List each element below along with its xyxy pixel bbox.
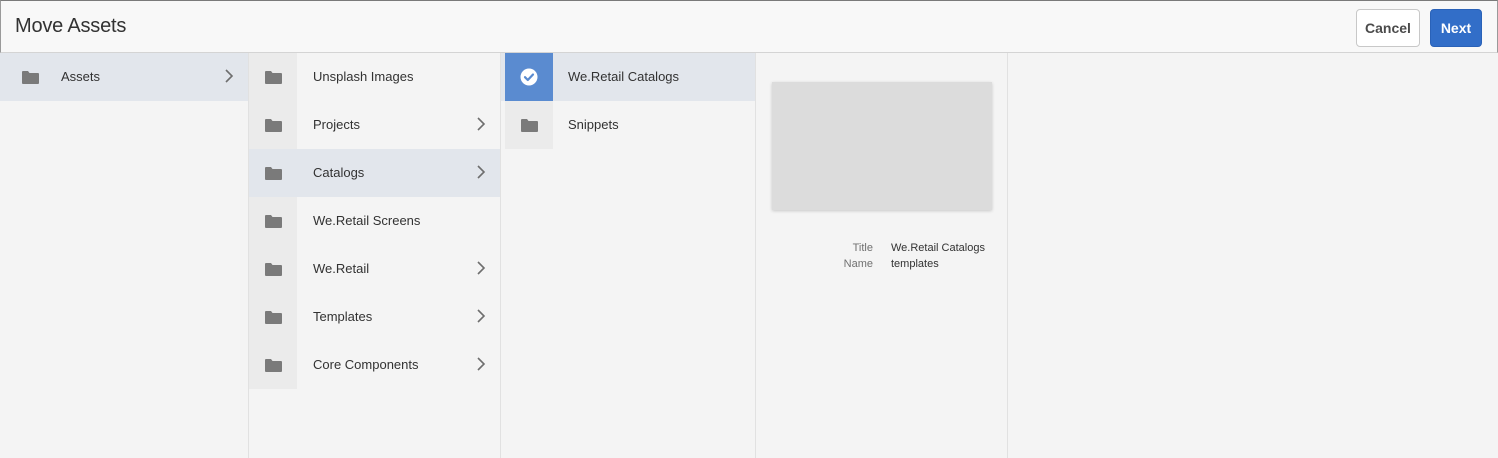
column-item-we-retail-catalogs[interactable]: We.Retail Catalogs <box>501 53 755 101</box>
column-item-label: Catalogs <box>313 165 365 180</box>
folder-icon <box>264 214 282 228</box>
column-item-label: Assets <box>61 69 101 84</box>
column-item-we-retail-screens[interactable]: We.Retail Screens <box>249 197 500 245</box>
column-item-label: Templates <box>313 309 373 324</box>
item-thumbnail <box>249 293 297 341</box>
meta-title-key: Title <box>852 242 873 254</box>
item-thumbnail <box>249 245 297 293</box>
column-root: Assets <box>0 53 249 458</box>
meta-name-key: Name <box>843 258 873 270</box>
chevron-right-icon <box>477 261 486 275</box>
column-item-label: We.Retail <box>313 261 370 276</box>
item-thumbnail <box>505 101 553 149</box>
next-button[interactable]: Next <box>1430 9 1482 47</box>
folder-icon <box>264 118 282 132</box>
column-item-catalogs[interactable]: Catalogs <box>249 149 500 197</box>
preview-thumbnail <box>772 82 992 210</box>
chevron-right-icon <box>477 165 486 179</box>
chevron-right-icon <box>477 357 486 371</box>
folder-icon <box>264 262 282 276</box>
item-thumbnail <box>6 53 54 101</box>
chevron-right-icon <box>225 69 234 83</box>
column-item-unsplash-images[interactable]: Unsplash Images <box>249 53 500 101</box>
folder-icon <box>520 118 538 132</box>
item-thumbnail <box>249 341 297 389</box>
column-item-label: Core Components <box>313 357 419 372</box>
preview-panel: Title We.Retail Catalogs Name templates <box>756 53 1008 458</box>
folder-icon <box>264 358 282 372</box>
column-item-label: We.Retail Catalogs <box>568 69 680 84</box>
column-item-label: We.Retail Screens <box>313 213 421 228</box>
dialog-header: Move Assets Cancel Next <box>0 0 1498 53</box>
folder-icon <box>264 310 282 324</box>
item-thumbnail <box>249 197 297 245</box>
item-thumbnail <box>249 149 297 197</box>
item-thumbnail <box>249 53 297 101</box>
column-catalogs: We.Retail Catalogs Snippets <box>501 53 756 458</box>
folder-icon <box>21 70 39 84</box>
checkmark-icon <box>520 68 538 86</box>
column-item-we-retail[interactable]: We.Retail <box>249 245 500 293</box>
column-item-core-components[interactable]: Core Components <box>249 341 500 389</box>
meta-title-value: We.Retail Catalogs <box>891 242 985 254</box>
chevron-right-icon <box>477 309 486 323</box>
column-item-assets[interactable]: Assets <box>0 53 248 101</box>
column-item-label: Projects <box>313 117 360 132</box>
column-empty <box>1008 53 1498 458</box>
column-item-projects[interactable]: Projects <box>249 101 500 149</box>
column-item-label: Unsplash Images <box>313 69 414 84</box>
item-thumbnail <box>249 101 297 149</box>
column-item-label: Snippets <box>568 117 619 132</box>
selection-checkbox[interactable] <box>505 53 553 101</box>
chevron-right-icon <box>477 117 486 131</box>
folder-icon <box>264 166 282 180</box>
cancel-button[interactable]: Cancel <box>1356 9 1420 47</box>
meta-name-value: templates <box>891 258 939 270</box>
dialog-title: Move Assets <box>15 15 127 37</box>
column-item-templates[interactable]: Templates <box>249 293 500 341</box>
column-item-snippets[interactable]: Snippets <box>501 101 755 149</box>
column-assets: Unsplash Images Projects Catalogs We.Ret… <box>249 53 501 458</box>
folder-icon <box>264 70 282 84</box>
